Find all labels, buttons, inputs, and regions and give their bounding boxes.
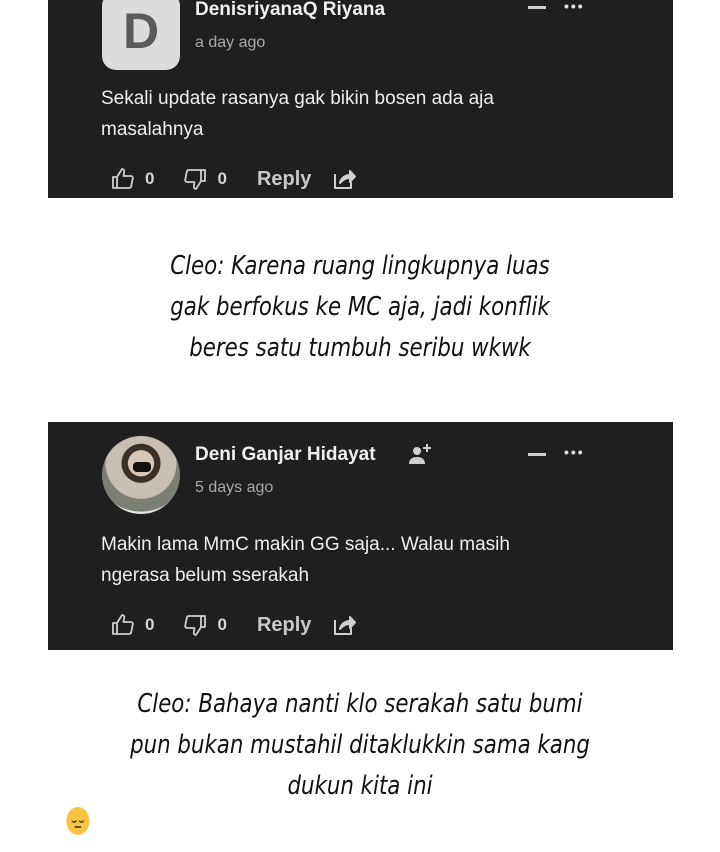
thumbs-up-icon[interactable] — [110, 166, 136, 192]
reply-button[interactable]: Reply — [257, 614, 311, 637]
dislike-count: 0 — [217, 169, 227, 188]
share-icon[interactable] — [331, 612, 357, 638]
add-user-icon[interactable] — [408, 442, 434, 471]
caption-line: pun bukan mustahil ditaklukkin sama kang — [130, 730, 590, 760]
like-count: 0 — [145, 169, 155, 188]
comment-card: Deni Ganjar Hidayat 5 days ago ••• Makin… — [48, 422, 673, 650]
collapse-icon[interactable] — [528, 6, 546, 9]
caption-line: Cleo: Karena ruang lingkupnya luas — [170, 251, 550, 281]
more-options-icon[interactable]: ••• — [564, 0, 585, 14]
thumbs-up-icon[interactable] — [110, 612, 136, 638]
comment-card: D DenisriyanaQ Riyana a day ago ••• Seka… — [48, 0, 673, 198]
caption-line: beres satu tumbuh seribu wkwk — [189, 333, 531, 363]
comment-actions: 0 0 Reply — [110, 612, 357, 638]
caption-line-text: dukun kita ini — [287, 771, 433, 801]
avatar[interactable] — [102, 436, 180, 514]
like-count: 0 — [145, 615, 155, 634]
comment-author[interactable]: DenisriyanaQ Riyana — [195, 0, 385, 21]
reply-button[interactable]: Reply — [257, 168, 311, 191]
comment-text-line: Sekali update rasanya gak bikin bosen ad… — [101, 88, 494, 109]
comment-actions: 0 0 Reply — [110, 166, 357, 192]
comment-time: 5 days ago — [195, 479, 274, 496]
comment-time: a day ago — [195, 34, 266, 51]
share-icon[interactable] — [331, 166, 357, 192]
comment-text: Sekali update rasanya gak bikin bosen ad… — [101, 83, 621, 145]
thumbs-down-icon[interactable] — [182, 612, 208, 638]
more-options-icon[interactable]: ••• — [564, 444, 585, 460]
caption-text: Cleo: Karena ruang lingkupnya luas gak b… — [65, 246, 655, 369]
avatar[interactable]: D — [102, 0, 180, 70]
comment-text-line: ngerasa belum sserakah — [101, 565, 310, 586]
avatar-photo-detail — [133, 462, 151, 472]
thumbs-down-icon[interactable] — [182, 166, 208, 192]
caption-line: Cleo: Bahaya nanti klo serakah satu bumi — [137, 689, 583, 719]
comment-text-line: Makin lama MmC makin GG saja... Walau ma… — [101, 534, 510, 555]
comment-text: Makin lama MmC makin GG saja... Walau ma… — [101, 529, 621, 591]
caption-text: Cleo: Bahaya nanti klo serakah satu bumi… — [65, 684, 655, 835]
caption-line: gak berfokus ke MC aja, jadi konflik — [170, 292, 550, 322]
dislike-count: 0 — [217, 615, 227, 634]
comment-author[interactable]: Deni Ganjar Hidayat — [195, 444, 376, 466]
comment-text-line: masalahnya — [101, 119, 204, 140]
collapse-icon[interactable] — [528, 453, 546, 456]
caption-line: dukun kita ini — [65, 766, 655, 835]
pensive-face-emoji-icon — [66, 807, 90, 835]
